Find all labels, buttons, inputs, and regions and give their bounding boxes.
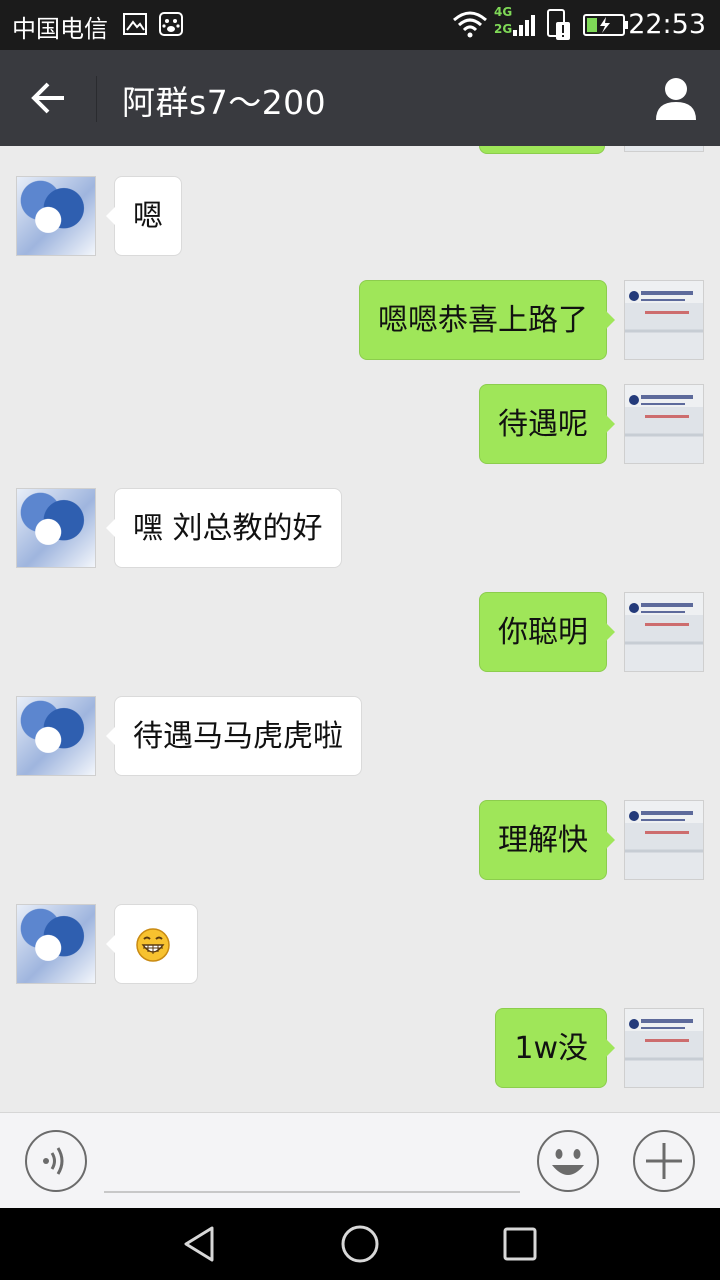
message-bubble-outgoing[interactable]: 你聪明 xyxy=(479,592,615,672)
message-bubble-incoming[interactable]: 嗯 xyxy=(106,176,182,256)
grin-emoji-icon xyxy=(136,928,170,962)
plus-icon xyxy=(646,1143,682,1179)
message-list[interactable]: 嗯 嗯嗯恭喜上路了 待遇呢 嘿 刘总教的好 你聪明 待遇马马虎虎啦 理解快 1w… xyxy=(0,146,720,1112)
chat-title: 阿群s7～200 xyxy=(122,83,327,122)
my-avatar[interactable] xyxy=(624,280,704,360)
message-input-bar xyxy=(0,1112,720,1208)
smiley-icon xyxy=(552,1149,584,1175)
person-icon xyxy=(656,78,696,120)
message-bubble-outgoing[interactable]: 理解快 xyxy=(479,800,615,880)
wifi-icon xyxy=(453,11,487,38)
message-bubble-outgoing[interactable] xyxy=(479,146,605,154)
voice-icon xyxy=(43,1147,64,1175)
arrow-left-icon xyxy=(31,82,64,114)
contact-avatar[interactable] xyxy=(16,176,96,256)
paw-icon xyxy=(159,12,183,36)
my-avatar[interactable] xyxy=(624,592,704,672)
nav-back-button[interactable] xyxy=(178,1222,222,1266)
triangle-back-icon xyxy=(184,1226,214,1262)
more-actions-button[interactable] xyxy=(632,1129,696,1193)
network-2g-label: 2G xyxy=(494,22,513,36)
message-bubble-outgoing[interactable]: 1w没 xyxy=(495,1008,615,1088)
gallery-icon xyxy=(123,13,147,35)
my-avatar[interactable] xyxy=(624,146,704,152)
nav-home-button[interactable] xyxy=(338,1222,382,1266)
square-recent-icon xyxy=(503,1227,537,1261)
voice-input-button[interactable] xyxy=(24,1129,88,1193)
contact-avatar[interactable] xyxy=(16,696,96,776)
chat-header: 阿群s7～200 xyxy=(0,50,720,146)
clock: 22:53 xyxy=(628,9,706,40)
carrier-name: 中国电信 xyxy=(12,15,108,43)
message-bubble-outgoing[interactable]: 嗯嗯恭喜上路了 xyxy=(359,280,615,360)
signal-icon xyxy=(513,15,535,36)
contact-avatar[interactable] xyxy=(16,904,96,984)
nav-recent-button[interactable] xyxy=(498,1222,542,1266)
back-button[interactable] xyxy=(20,72,76,124)
my-avatar[interactable] xyxy=(624,800,704,880)
circle-home-icon xyxy=(341,1225,379,1263)
message-bubble-outgoing[interactable]: 待遇呢 xyxy=(479,384,615,464)
system-nav-bar xyxy=(0,1208,720,1280)
header-divider xyxy=(96,76,97,122)
sim-alert-icon xyxy=(547,9,570,40)
network-4g-label: 4G xyxy=(494,5,513,19)
my-avatar[interactable] xyxy=(624,384,704,464)
chat-info-button[interactable] xyxy=(652,74,700,122)
battery-icon xyxy=(583,14,628,36)
message-bubble-incoming[interactable] xyxy=(106,904,198,984)
message-bubble-incoming[interactable]: 嘿 刘总教的好 xyxy=(106,488,342,568)
message-text-input[interactable] xyxy=(104,1191,520,1193)
message-bubble-incoming[interactable]: 待遇马马虎虎啦 xyxy=(106,696,362,776)
contact-avatar[interactable] xyxy=(16,488,96,568)
emoji-button[interactable] xyxy=(536,1129,600,1193)
status-bar: 中国电信 4G 2G 22:53 xyxy=(0,0,720,50)
my-avatar[interactable] xyxy=(624,1008,704,1088)
